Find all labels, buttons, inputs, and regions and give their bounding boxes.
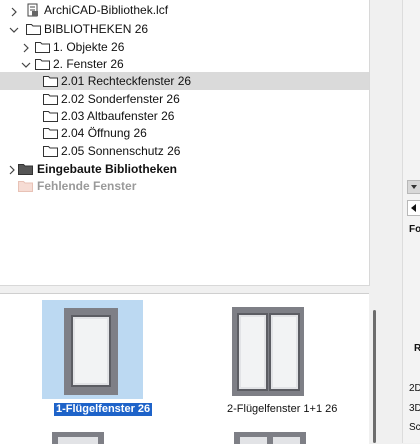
- window-double-icon: [232, 307, 304, 396]
- folder-icon: [18, 163, 33, 175]
- tree-label: 2.03 Altbaufenster 26: [61, 109, 175, 123]
- preview-label-2[interactable]: 2-Flügelfenster 1+1 26: [227, 403, 337, 416]
- tree-row-fenster[interactable]: 2. Fenster 26: [0, 55, 369, 73]
- folder-icon: [35, 58, 50, 70]
- dropdown-toggle[interactable]: [407, 180, 420, 194]
- chevron-right-icon[interactable]: [7, 164, 17, 175]
- window-icon: [52, 432, 104, 444]
- window-single-icon: [64, 308, 118, 395]
- preview-item-3[interactable]: [52, 432, 104, 444]
- tree-row-library-file[interactable]: ArchiCAD-Bibliothek.lcf: [0, 1, 369, 19]
- triangle-down-icon: [411, 185, 417, 189]
- tree-label: BIBLIOTHEKEN 26: [44, 22, 149, 36]
- tree-row-objekte[interactable]: 1. Objekte 26: [0, 38, 369, 56]
- tree-label: 2. Fenster 26: [53, 57, 124, 71]
- tree-row-altbaufenster[interactable]: 2.03 Altbaufenster 26: [0, 107, 369, 125]
- tree-row-sonderfenster[interactable]: 2.02 Sonderfenster 26: [0, 90, 369, 108]
- tree-label: 2.01 Rechteckfenster 26: [61, 74, 192, 88]
- tree-label: Eingebaute Bibliotheken: [37, 162, 178, 176]
- settings-side-panel: Fo R 2D 3D Sch: [402, 0, 420, 443]
- tree-label: 2.02 Sonderfenster 26: [61, 92, 180, 106]
- side-label-3d: 3D: [409, 403, 420, 414]
- folder-icon: [43, 93, 58, 105]
- side-label-sch: Sch: [409, 422, 420, 433]
- tree-label: ArchiCAD-Bibliothek.lcf: [44, 3, 169, 17]
- tree-label: Fehlende Fenster: [37, 179, 137, 193]
- preview-scrollbar[interactable]: [373, 310, 376, 443]
- chevron-right-icon[interactable]: [21, 42, 31, 53]
- folder-icon: [43, 75, 58, 87]
- preview-item-2flügelfenster[interactable]: [225, 304, 310, 399]
- tree-row-bibliotheken[interactable]: BIBLIOTHEKEN 26: [0, 20, 369, 38]
- tree-label: 2.05 Sonnenschutz 26: [61, 144, 181, 158]
- tree-row-sonnenschutz[interactable]: 2.05 Sonnenschutz 26: [0, 142, 369, 160]
- preview-panel: 1-Flügelfenster 26 2-Flügelfenster 1+1 2…: [0, 293, 369, 444]
- missing-folder-icon: [18, 180, 33, 192]
- folder-icon: [43, 110, 58, 122]
- tree-row-fehlende-fenster[interactable]: Fehlende Fenster: [0, 177, 369, 195]
- folder-icon: [26, 23, 41, 35]
- library-file-icon: [26, 3, 40, 20]
- folder-icon: [35, 41, 50, 53]
- tree-label: 2.04 Öffnung 26: [61, 126, 147, 140]
- library-tree-panel: ArchiCAD-Bibliothek.lcf BIBLIOTHEKEN 26 …: [0, 0, 370, 286]
- preview-label-1[interactable]: 1-Flügelfenster 26: [54, 403, 153, 416]
- folder-icon: [43, 127, 58, 139]
- triangle-left-icon: [411, 204, 416, 212]
- tree-row-eingebaute-bibliotheken[interactable]: Eingebaute Bibliotheken: [0, 160, 369, 178]
- side-label-r: R: [414, 343, 420, 354]
- tree-label: 1. Objekte 26: [53, 40, 125, 54]
- chevron-right-icon[interactable]: [9, 6, 19, 17]
- preview-item-4[interactable]: [234, 432, 306, 444]
- side-label-2d: 2D: [409, 383, 420, 394]
- window-icon: [234, 432, 306, 444]
- tree-row-oeffnung[interactable]: 2.04 Öffnung 26: [0, 124, 369, 142]
- back-button[interactable]: [407, 200, 420, 216]
- side-label-fo: Fo: [409, 224, 420, 235]
- preview-item-1flügelfenster[interactable]: [42, 300, 143, 399]
- folder-icon: [43, 145, 58, 157]
- chevron-down-icon[interactable]: [9, 24, 19, 34]
- tree-row-rechteckfenster[interactable]: 2.01 Rechteckfenster 26: [0, 72, 369, 90]
- chevron-down-icon[interactable]: [21, 59, 31, 69]
